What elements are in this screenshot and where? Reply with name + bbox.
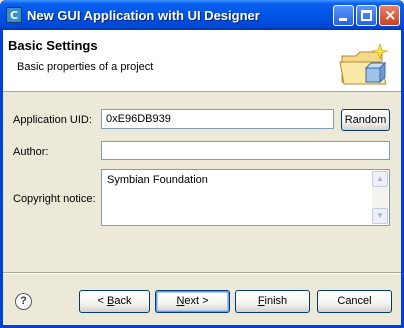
scroll-down-arrow-icon[interactable]: ▼	[372, 208, 388, 224]
minimize-button[interactable]	[333, 5, 354, 26]
new-folder-wizard-icon	[339, 43, 389, 85]
uid-input[interactable]: 0xE96DB939	[101, 109, 334, 129]
page-title: Basic Settings	[8, 38, 98, 53]
help-icon[interactable]: ?	[15, 293, 32, 310]
title-bar[interactable]: C New GUI Application with UI Designer ×	[0, 0, 404, 30]
back-button[interactable]: < Back	[79, 290, 150, 313]
random-button[interactable]: Random	[341, 109, 390, 131]
footer-separator	[3, 272, 401, 274]
back-button-rest: ack	[114, 295, 132, 307]
author-input[interactable]	[101, 141, 390, 160]
next-button[interactable]: Next >	[155, 290, 230, 313]
minimize-icon	[339, 18, 347, 21]
finish-button-mnemonic: F	[257, 295, 265, 307]
close-button[interactable]: ×	[379, 5, 400, 26]
back-button-prefix: <	[97, 295, 107, 307]
dialog-window: C New GUI Application with UI Designer ×…	[0, 0, 404, 328]
copyright-scrollbar[interactable]: ▲ ▼	[372, 171, 388, 224]
app-icon-letter: C	[10, 9, 19, 22]
close-icon: ×	[384, 6, 397, 24]
copyright-text: Symbian Foundation	[107, 174, 208, 186]
copyright-textarea[interactable]: Symbian Foundation ▲ ▼	[101, 169, 390, 226]
finish-button-rest: inish	[264, 295, 288, 307]
app-icon: C	[6, 7, 22, 23]
dialog-body: Basic Settings Basic properties of a pro…	[3, 30, 401, 325]
wizard-header: Basic Settings Basic properties of a pro…	[3, 30, 401, 92]
finish-button[interactable]: Finish	[235, 290, 310, 313]
maximize-icon	[361, 10, 372, 21]
scroll-up-arrow-icon[interactable]: ▲	[372, 171, 388, 187]
window-title: New GUI Application with UI Designer	[27, 8, 260, 23]
uid-label: Application UID:	[13, 114, 92, 126]
author-label: Author:	[13, 146, 49, 158]
cancel-button[interactable]: Cancel	[317, 290, 392, 313]
copyright-label: Copyright notice:	[13, 193, 96, 205]
maximize-button[interactable]	[356, 5, 377, 26]
next-button-rest: ext >	[184, 295, 209, 307]
page-subtitle: Basic properties of a project	[17, 61, 154, 73]
